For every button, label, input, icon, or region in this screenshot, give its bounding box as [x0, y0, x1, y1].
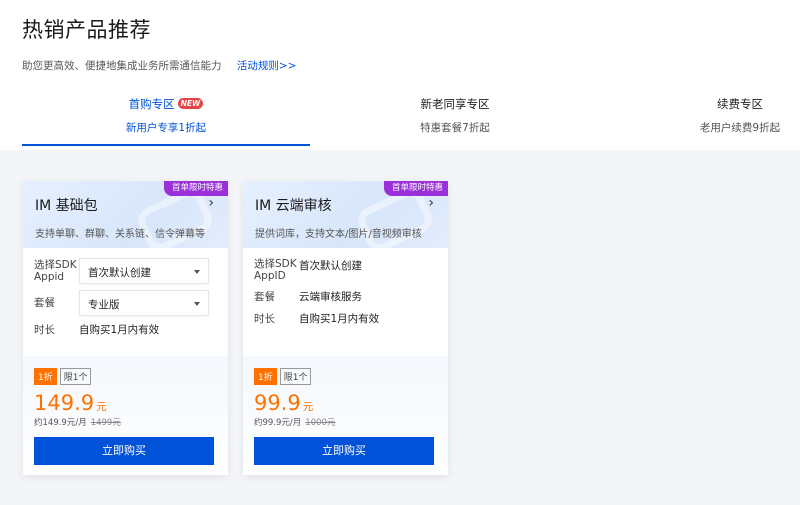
original-price: 1499元 — [90, 418, 121, 428]
active-tab-indicator — [22, 144, 310, 146]
subtitle-text: 助您更高效、便捷地集成业务所需通信能力 — [22, 60, 222, 72]
discount-badge: 1折 — [254, 368, 277, 385]
card-options: 选择SDK Appid 首次默认创建 套餐 专业版 时长 自购买1月内有效 — [23, 248, 228, 356]
promo-tag: 首单限时特惠 — [163, 181, 228, 196]
limit-badge: 限1个 — [279, 368, 312, 385]
new-badge: NEW — [177, 98, 204, 109]
tab-renewal[interactable]: 续费专区 老用户续费9折起 — [690, 96, 790, 135]
duration-value: 自购买1月内有效 — [79, 324, 160, 336]
buy-button[interactable]: 立即购买 — [34, 437, 214, 465]
price-unit: 元 — [302, 401, 314, 413]
price: 149.9 — [34, 391, 95, 415]
product-name: IM 基础包 — [35, 198, 98, 214]
product-description: 支持单聊、群聊、关系链、信令弹幕等 — [35, 229, 205, 240]
page-title: 热销产品推荐 — [22, 18, 151, 42]
zone-tabs: 首购专区 NEW 新用户专享1折起 新老同享专区 特惠套餐7折起 续费专区 老用户… — [0, 96, 800, 148]
sdk-appid-value: 首次默认创建 — [299, 260, 362, 272]
plan-label: 套餐 — [34, 297, 55, 309]
tab-subtitle: 新用户专享1折起 — [125, 122, 207, 134]
caret-down-icon — [194, 302, 200, 306]
monthly-price: 约149.9元/月 — [34, 418, 87, 428]
sdk-appid-label: 选择SDK AppID — [254, 258, 297, 282]
sdk-appid-label: 选择SDK Appid — [34, 259, 77, 283]
card-options: 选择SDK AppID 首次默认创建 套餐 云端审核服务 时长 自购买1月内有效 — [243, 248, 448, 356]
promo-tag: 首单限时特惠 — [383, 181, 448, 196]
tab-subtitle: 老用户续费9折起 — [699, 122, 781, 134]
price-section: 1折 限1个 99.9 元 约99.9元/月 1000元 立即购买 — [243, 356, 448, 475]
limit-badge: 限1个 — [59, 368, 92, 385]
plan-select[interactable]: 专业版 — [79, 290, 209, 316]
monthly-price: 约99.9元/月 — [254, 418, 302, 428]
price-section: 1折 限1个 149.9 元 约149.9元/月 1499元 立即购买 — [23, 356, 228, 475]
select-value: 首次默认创建 — [88, 267, 151, 279]
tab-shared[interactable]: 新老同享专区 特惠套餐7折起 — [360, 96, 550, 135]
tab-subtitle: 特惠套餐7折起 — [420, 122, 490, 134]
price: 99.9 — [254, 391, 301, 415]
sdk-appid-select[interactable]: 首次默认创建 — [79, 258, 209, 284]
original-price: 1000元 — [305, 418, 336, 428]
chevron-right-icon[interactable]: › — [428, 195, 434, 211]
product-card-im-moderation: 首单限时特惠 IM 云端审核 › 提供词库，支持文本/图片/音视频审核 选择SD… — [243, 181, 448, 475]
discount-badge: 1折 — [34, 368, 57, 385]
page-header: 热销产品推荐 助您更高效、便捷地集成业务所需通信能力 活动规则>> — [22, 14, 296, 73]
duration-label: 时长 — [254, 312, 275, 325]
activity-rules-link[interactable]: 活动规则>> — [237, 60, 297, 72]
caret-down-icon — [194, 270, 200, 274]
plan-value: 云端审核服务 — [299, 291, 362, 303]
tab-label: 新老同享专区 — [420, 97, 490, 111]
duration-value: 自购买1月内有效 — [299, 313, 380, 325]
product-card-im-basic: 首单限时特惠 IM 基础包 › 支持单聊、群聊、关系链、信令弹幕等 选择SDK … — [23, 181, 228, 475]
product-description: 提供词库，支持文本/图片/音视频审核 — [255, 229, 422, 240]
select-value: 专业版 — [88, 299, 120, 311]
duration-label: 时长 — [34, 323, 55, 336]
page-subtitle: 助您更高效、便捷地集成业务所需通信能力 活动规则>> — [22, 58, 296, 73]
tab-label: 续费专区 — [717, 97, 763, 111]
price-unit: 元 — [96, 401, 107, 413]
tab-label: 首购专区 — [128, 97, 175, 111]
tab-first-purchase[interactable]: 首购专区 NEW 新用户专享1折起 — [22, 96, 310, 135]
chevron-right-icon[interactable]: › — [208, 195, 214, 211]
card-header[interactable]: 首单限时特惠 IM 基础包 › 支持单聊、群聊、关系链、信令弹幕等 — [23, 181, 228, 248]
product-name: IM 云端审核 — [255, 198, 332, 214]
card-header[interactable]: 首单限时特惠 IM 云端审核 › 提供词库，支持文本/图片/音视频审核 — [243, 181, 448, 248]
plan-label: 套餐 — [254, 290, 275, 303]
buy-button[interactable]: 立即购买 — [254, 437, 434, 465]
